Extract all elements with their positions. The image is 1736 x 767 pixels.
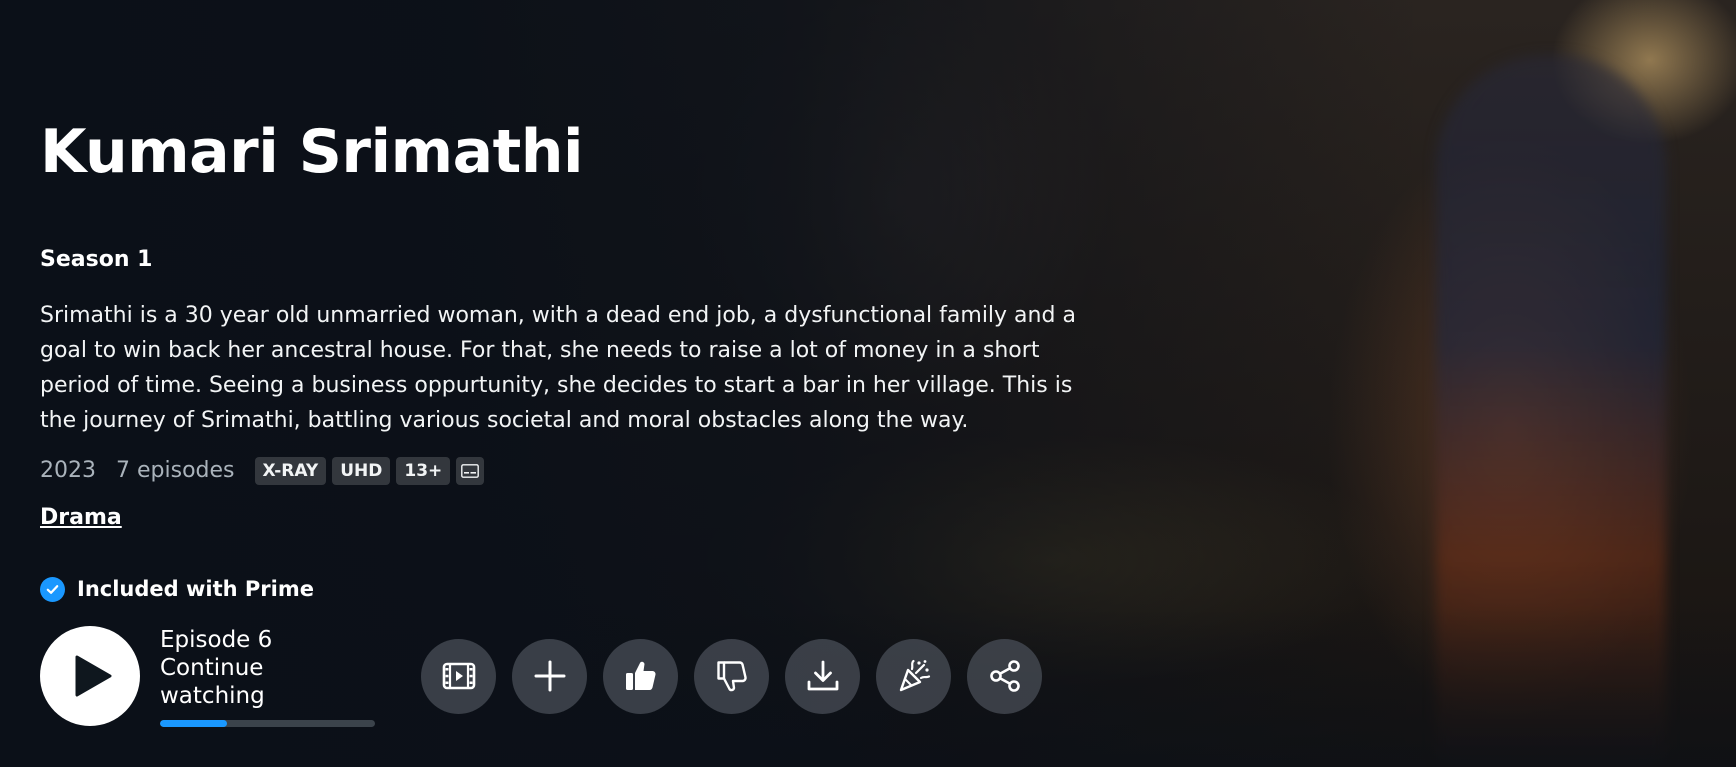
metadata-row: 2023 7 episodes X-RAY UHD 13+ <box>40 455 485 487</box>
plus-icon <box>534 660 565 692</box>
show-title: Kumari Srimathi <box>40 117 584 187</box>
trailer-icon <box>442 662 475 690</box>
share-icon <box>989 660 1020 692</box>
maturity-rating-badge: 13+ <box>396 457 451 485</box>
subtitles-icon <box>456 457 485 485</box>
trailer-button[interactable] <box>421 638 496 714</box>
share-button[interactable] <box>967 638 1042 714</box>
xray-badge: X-RAY <box>254 457 327 485</box>
like-button[interactable] <box>603 638 678 714</box>
play-button[interactable] <box>40 626 140 726</box>
uhd-badge: UHD <box>332 457 391 485</box>
watch-progress-bar <box>160 719 375 727</box>
detail-panel: Kumari Srimathi Season 1 Srimathi is a 3… <box>40 0 1140 767</box>
episode-label: Episode 6 <box>160 626 273 653</box>
download-button[interactable] <box>785 638 860 714</box>
prime-availability: Included with Prime <box>40 574 314 604</box>
season-label: Season 1 <box>40 247 153 272</box>
thumbs-up-icon <box>625 661 656 690</box>
genre-link-drama[interactable]: Drama <box>40 503 122 533</box>
thumbs-down-icon <box>716 661 747 692</box>
episode-count: 7 episodes <box>116 458 235 483</box>
action-buttons <box>421 638 1042 714</box>
dislike-button[interactable] <box>694 638 769 714</box>
check-circle-icon <box>40 576 65 602</box>
release-year: 2023 <box>40 458 96 483</box>
watch-progress-fill <box>160 719 227 727</box>
continue-watching-label: Continue watching <box>160 654 265 709</box>
play-icon <box>75 655 112 697</box>
playback-row: Episode 6 Continue watching <box>40 626 1042 727</box>
synopsis: Srimathi is a 30 year old unmarried woma… <box>40 303 1076 433</box>
download-icon <box>807 660 838 691</box>
prime-label: Included with Prime <box>77 577 314 601</box>
watch-party-button[interactable] <box>876 638 951 714</box>
party-popper-icon <box>899 659 930 692</box>
watchlist-button[interactable] <box>512 638 587 714</box>
resume-info[interactable]: Episode 6 Continue watching <box>160 626 375 727</box>
